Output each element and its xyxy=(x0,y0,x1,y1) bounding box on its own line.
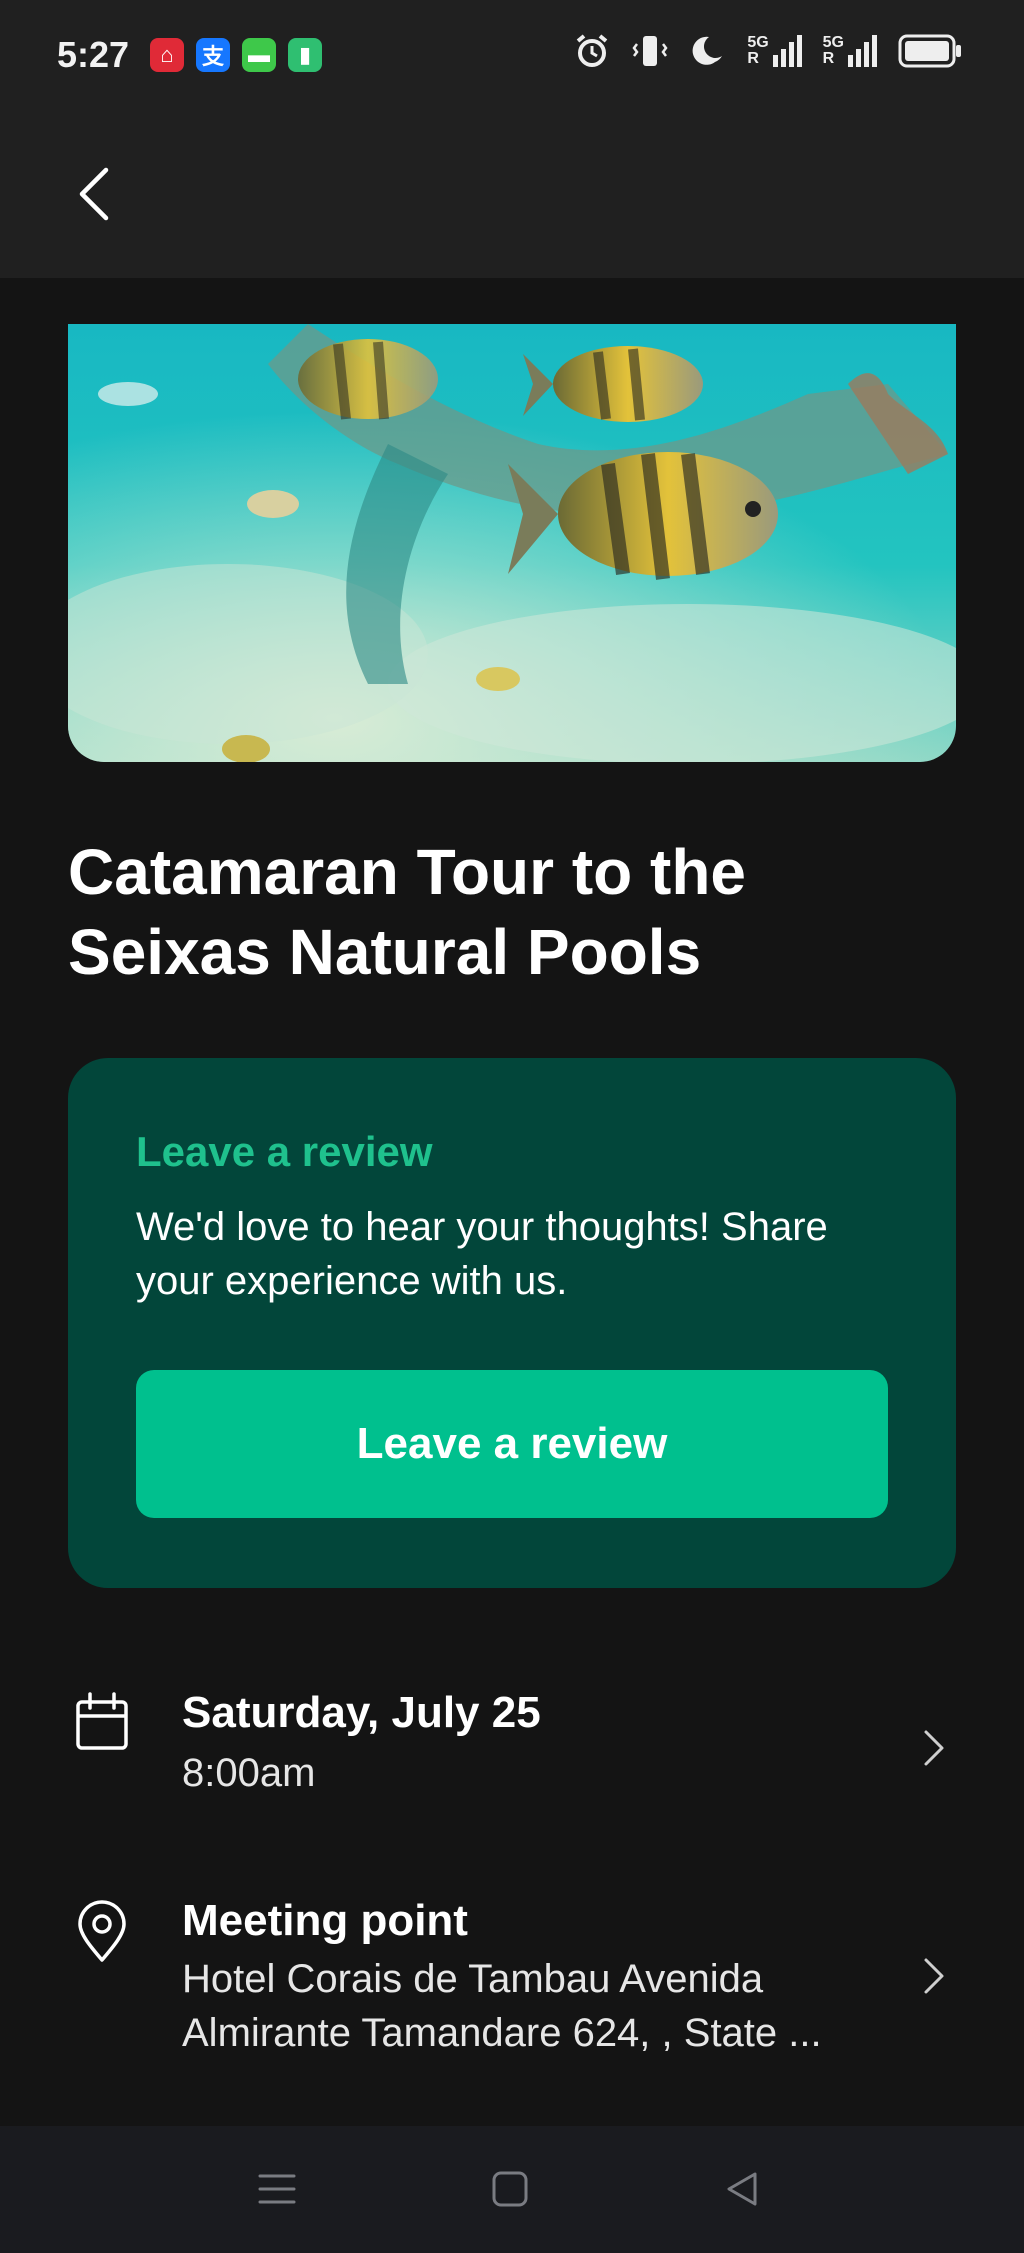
meeting-point-title: Meeting point xyxy=(182,1896,468,1945)
home-square-icon[interactable] xyxy=(487,2166,533,2212)
menu-icon[interactable] xyxy=(254,2166,300,2212)
alipay-icon: 支 xyxy=(196,38,230,72)
date-title: Saturday, July 25 xyxy=(182,1688,541,1737)
status-bar: 5:27 ⌂ 支 ▬ ▮ 5G R 5G R xyxy=(0,0,1024,112)
signal-1-label: 5G xyxy=(747,34,769,51)
status-time: 5:27 xyxy=(57,34,130,75)
signal-2-roaming: R xyxy=(822,50,835,67)
app-bar xyxy=(0,112,1024,278)
battery-icon xyxy=(898,34,961,68)
meeting-point-row[interactable]: Meeting point Hotel Corais de Tambau Ave… xyxy=(68,1890,956,2060)
chevron-right-icon xyxy=(924,1730,944,1766)
signal-1-roaming: R xyxy=(747,50,759,67)
app-red-icon: ⌂ xyxy=(150,38,184,72)
location-pin-icon xyxy=(78,1900,126,1962)
fish-left xyxy=(298,339,438,420)
signal-1: 5G R xyxy=(747,35,802,67)
do-not-disturb-moon-icon xyxy=(692,36,723,65)
signal-bars-icon xyxy=(772,35,802,67)
meeting-point-address: Hotel Corais de Tambau Avenida Almirante… xyxy=(182,1957,822,2055)
back-triangle-icon[interactable] xyxy=(719,2166,765,2212)
back-chevron-icon[interactable] xyxy=(68,164,128,224)
signal-2-label: 5G xyxy=(822,34,844,51)
calendar-icon xyxy=(76,1692,128,1750)
alarm-icon xyxy=(577,34,608,67)
status-icons: 5G R 5G R xyxy=(573,32,962,70)
vibrate-icon xyxy=(632,36,668,66)
battery-saver-icon: ▮ xyxy=(288,38,322,72)
review-heading: Leave a review xyxy=(136,1128,433,1175)
date-time-row[interactable]: Saturday, July 25 8:00am xyxy=(68,1680,956,1800)
review-card: Leave a review We'd love to hear your th… xyxy=(68,1058,956,1588)
notification-icons: ⌂ 支 ▬ ▮ xyxy=(150,38,322,72)
system-navigation-bar xyxy=(0,2126,1024,2253)
tour-hero-image xyxy=(68,324,956,762)
signal-2: 5G R xyxy=(823,35,878,67)
messages-icon: ▬ xyxy=(242,38,276,72)
review-prompt-text: We'd love to hear your thoughts! Share y… xyxy=(136,1205,828,1303)
underwater-fish-image xyxy=(68,324,956,762)
leave-review-button[interactable]: Leave a review xyxy=(136,1370,888,1518)
chevron-right-icon xyxy=(924,1958,944,1994)
signal-bars-icon xyxy=(848,35,877,67)
tour-title: Catamaran Tour to the Seixas Natural Poo… xyxy=(68,836,746,988)
time-subtitle: 8:00am xyxy=(182,1751,316,1795)
